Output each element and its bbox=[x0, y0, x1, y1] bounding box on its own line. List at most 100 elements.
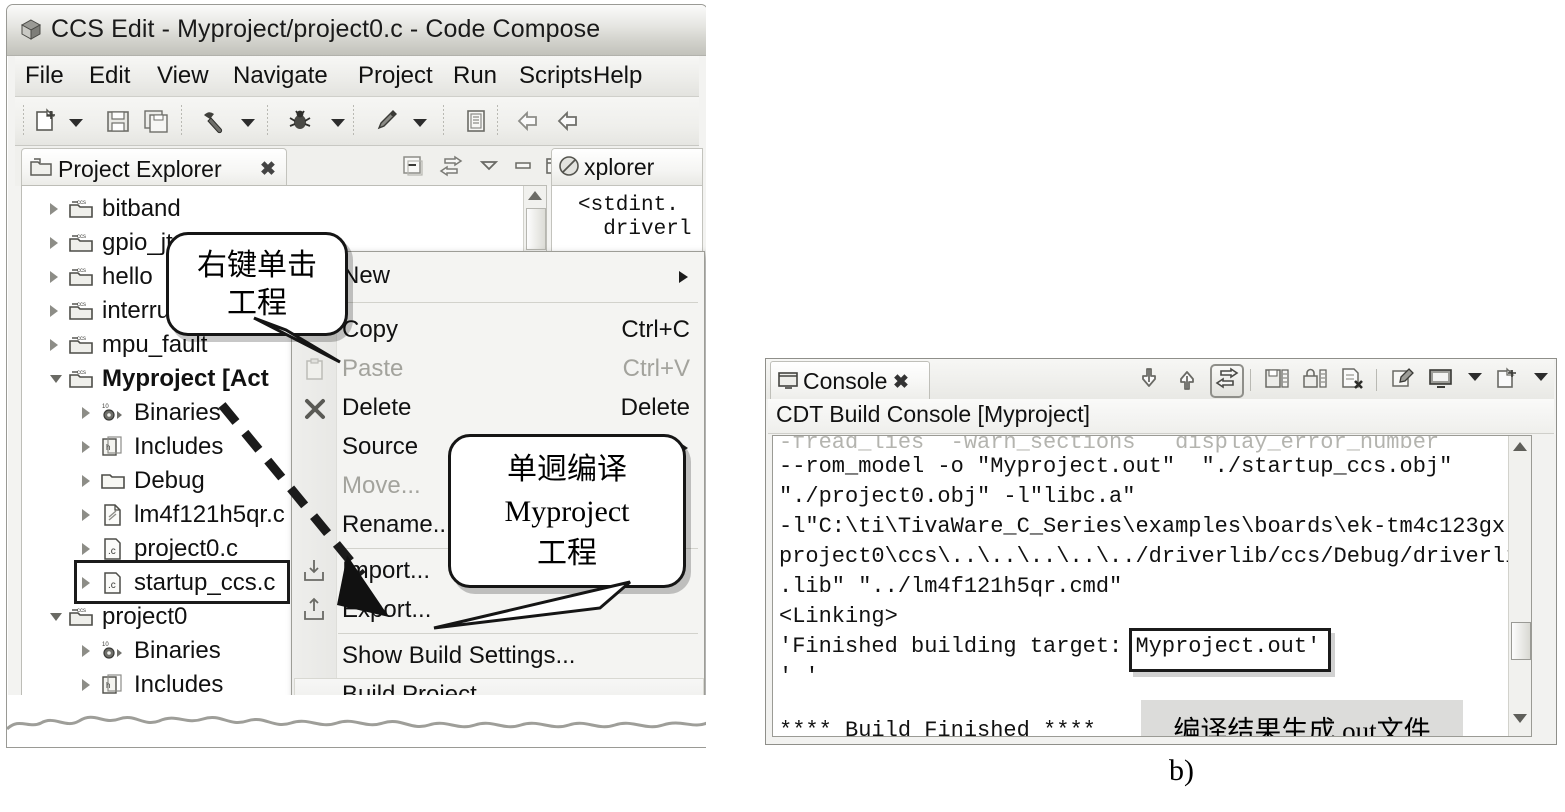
open-resource-icon[interactable] bbox=[463, 108, 489, 134]
new-file-dropdown-arrow[interactable] bbox=[69, 119, 83, 127]
editor-stub-panel: xplorer <stdint. driverl bbox=[551, 148, 703, 268]
view-menu-chevron-icon[interactable] bbox=[477, 154, 501, 178]
chevron-right-icon[interactable] bbox=[50, 305, 58, 317]
context-menu-item-label: Move... bbox=[342, 472, 421, 499]
chevron-down-icon[interactable] bbox=[50, 375, 62, 383]
pin-console-icon[interactable] bbox=[1390, 366, 1416, 392]
menu-item-navigate[interactable]: Navigate bbox=[233, 62, 328, 90]
console-scrollbar[interactable] bbox=[1508, 436, 1531, 736]
context-menu-item-show-build-settings[interactable]: Show Build Settings... bbox=[292, 638, 704, 676]
menu-item-project[interactable]: Project bbox=[358, 62, 433, 90]
context-menu-separator bbox=[338, 302, 698, 303]
chevron-right-icon[interactable] bbox=[82, 509, 90, 521]
tree-item-label: hello bbox=[102, 263, 153, 290]
menu-item-scripts[interactable]: Scripts bbox=[519, 62, 592, 90]
back-arrow-icon[interactable] bbox=[515, 108, 541, 134]
debug-dropdown-arrow[interactable] bbox=[331, 119, 345, 127]
chevron-down-icon[interactable] bbox=[50, 613, 62, 621]
menu-item-file[interactable]: File bbox=[25, 62, 64, 90]
context-menu-item-label: Source bbox=[342, 433, 419, 460]
menu-item-view[interactable]: View bbox=[157, 62, 209, 90]
tab-console[interactable]: Console ✖ bbox=[770, 361, 930, 400]
link-with-editor-icon[interactable] bbox=[439, 154, 463, 178]
cmd-file-icon bbox=[100, 503, 126, 527]
chevron-right-icon[interactable] bbox=[82, 645, 90, 657]
scroll-up-arrow-icon[interactable] bbox=[1174, 366, 1200, 392]
new-file-icon[interactable] bbox=[33, 108, 59, 134]
chevron-right-icon[interactable] bbox=[50, 237, 58, 249]
tree-item-label: project0 bbox=[102, 603, 188, 630]
display-dropdown-arrow[interactable] bbox=[1468, 373, 1482, 381]
console-output-area[interactable]: -fread_lies -warn_sections display_error… bbox=[772, 435, 1532, 737]
chevron-right-icon[interactable] bbox=[50, 339, 58, 351]
run-external-tools-icon[interactable] bbox=[373, 108, 399, 134]
open-console-icon[interactable] bbox=[1494, 366, 1520, 392]
toolbar-separator bbox=[267, 105, 268, 137]
lock-console-icon[interactable] bbox=[1302, 366, 1328, 392]
svg-text:ccs: ccs bbox=[77, 234, 86, 240]
toolbar-separator bbox=[497, 105, 498, 137]
console-line: -l"C:\ti\TivaWare_C_Series\examples\boar… bbox=[779, 514, 1532, 539]
open-console-dropdown-arrow[interactable] bbox=[1534, 373, 1548, 381]
chevron-right-icon[interactable] bbox=[82, 543, 90, 555]
scroll-lock-icon[interactable] bbox=[1210, 364, 1244, 398]
callout-line: 工程 bbox=[537, 537, 597, 570]
context-menu-item-label: Copy bbox=[342, 316, 399, 343]
save-all-icon[interactable] bbox=[143, 108, 169, 134]
callout-right-click-project: 右键单击 工程 bbox=[166, 232, 348, 336]
clear-console-icon[interactable] bbox=[1340, 366, 1366, 392]
window-title-bar[interactable]: CCS Edit - Myproject/project0.c - Code C… bbox=[7, 5, 706, 56]
project-explorer-icon bbox=[30, 157, 52, 178]
chevron-right-icon[interactable] bbox=[50, 271, 58, 283]
scrollbar-thumb[interactable] bbox=[1511, 622, 1531, 660]
context-menu-item-export[interactable]: Export... bbox=[292, 592, 704, 630]
menu-item-edit[interactable]: Edit bbox=[89, 62, 130, 90]
save-console-icon[interactable] bbox=[1264, 366, 1290, 392]
scroll-down-arrow-icon[interactable] bbox=[1513, 714, 1527, 723]
debug-bug-icon[interactable] bbox=[287, 108, 313, 134]
build-dropdown-arrow[interactable] bbox=[241, 119, 255, 127]
forward-arrow-icon[interactable] bbox=[555, 108, 581, 134]
context-menu-item-label: Rename... bbox=[342, 511, 453, 538]
console-line: "./project0.obj" -l"libc.a" bbox=[779, 484, 1136, 509]
save-icon[interactable] bbox=[105, 108, 131, 134]
tab-project-explorer[interactable]: Project Explorer ✖ bbox=[21, 148, 287, 187]
scroll-up-arrow-icon[interactable] bbox=[528, 191, 542, 200]
scroll-up-arrow-icon[interactable] bbox=[1513, 442, 1527, 451]
run-dropdown-arrow[interactable] bbox=[413, 119, 427, 127]
selected-project-highlight-box bbox=[74, 560, 290, 604]
minimize-view-icon[interactable] bbox=[511, 154, 535, 178]
svg-text:ccs: ccs bbox=[77, 200, 86, 206]
close-icon[interactable]: ✖ bbox=[260, 158, 276, 181]
chevron-right-icon[interactable] bbox=[82, 679, 90, 691]
menu-item-run[interactable]: Run bbox=[453, 62, 497, 90]
console-line-clipped: -fread_lies -warn_sections display_error… bbox=[779, 435, 1440, 455]
console-line: <Linking> bbox=[779, 604, 898, 629]
tab-console-label: Console bbox=[803, 368, 888, 394]
callout-build-myproject: 单迵编译 Myproject 工程 bbox=[448, 434, 686, 588]
svg-text:ccs: ccs bbox=[77, 608, 86, 614]
context-menu-item-copy[interactable]: Copy Ctrl+C bbox=[292, 312, 704, 350]
context-menu-item-delete[interactable]: Delete Delete bbox=[292, 390, 704, 428]
scrollbar-thumb[interactable] bbox=[526, 208, 546, 250]
build-hammer-icon[interactable] bbox=[201, 108, 227, 134]
chevron-right-icon[interactable] bbox=[82, 441, 90, 453]
callout-line: 右键单击 bbox=[197, 249, 317, 282]
menu-item-help[interactable]: Help bbox=[593, 62, 642, 90]
context-menu-item-new[interactable]: New bbox=[292, 258, 704, 296]
tab-editor[interactable]: xplorer bbox=[552, 149, 702, 186]
collapse-all-icon[interactable] bbox=[401, 154, 425, 178]
chevron-right-icon[interactable] bbox=[50, 203, 58, 215]
console-tab-row: Console ✖ bbox=[766, 359, 1554, 400]
scroll-down-arrow-icon[interactable] bbox=[1136, 366, 1162, 392]
svg-text:ccs: ccs bbox=[77, 336, 86, 342]
tree-item-label: lm4f121h5qr.c bbox=[134, 501, 285, 528]
console-line: .lib" "../lm4f121h5qr.cmd" bbox=[779, 574, 1123, 599]
chevron-right-icon[interactable] bbox=[82, 407, 90, 419]
chevron-right-icon[interactable] bbox=[82, 475, 90, 487]
binaries-icon: 10 bbox=[100, 401, 126, 425]
close-icon[interactable]: ✖ bbox=[893, 371, 909, 394]
callout-line: 单迵编译 bbox=[507, 453, 627, 486]
display-console-icon[interactable] bbox=[1428, 366, 1454, 392]
context-menu-item-accelerator: Delete bbox=[620, 394, 690, 421]
